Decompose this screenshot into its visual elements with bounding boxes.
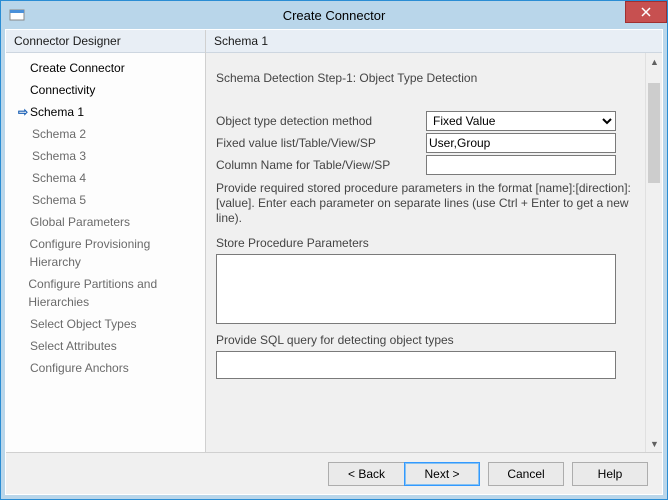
next-button[interactable]: Next > (404, 462, 480, 486)
label-detection-method: Object type detection method (216, 114, 426, 128)
textarea-sp-params[interactable] (216, 254, 616, 324)
nav-label: Schema 4 (32, 169, 86, 187)
nav-label: Create Connector (30, 59, 125, 77)
nav-label: Configure Anchors (30, 359, 129, 377)
label-sql-query: Provide SQL query for detecting object t… (216, 333, 642, 347)
window-title: Create Connector (1, 8, 667, 23)
back-button[interactable]: < Back (328, 462, 404, 486)
sidebar: Connector Designer Create Connector Conn… (6, 30, 206, 452)
label-sp-params: Store Procedure Parameters (216, 236, 642, 250)
input-fixed-list[interactable] (426, 133, 616, 153)
nav-label: Configure Provisioning Hierarchy (30, 235, 199, 271)
nav-connectivity[interactable]: Connectivity (6, 79, 205, 101)
wizard-nav-buttons: < Back Next > (328, 462, 480, 486)
nav-label: Schema 3 (32, 147, 86, 165)
panel-body: Schema Detection Step-1: Object Type Det… (206, 53, 662, 452)
sidebar-list: Create Connector Connectivity ⇨Schema 1 … (6, 53, 205, 383)
nav-schema-3[interactable]: Schema 3 (6, 145, 205, 167)
nav-create-connector[interactable]: Create Connector (6, 57, 205, 79)
nav-label: Select Object Types (30, 315, 137, 333)
main-panel: Schema 1 Schema Detection Step-1: Object… (206, 30, 662, 452)
nav-schema-4[interactable]: Schema 4 (6, 167, 205, 189)
scroll-thumb[interactable] (648, 83, 660, 183)
app-icon (9, 7, 25, 23)
titlebar[interactable]: Create Connector (1, 1, 667, 29)
nav-label: Global Parameters (30, 213, 130, 231)
vertical-scrollbar[interactable]: ▲ ▼ (645, 53, 662, 452)
label-column-name: Column Name for Table/View/SP (216, 158, 426, 172)
nav-select-object-types[interactable]: Select Object Types (6, 313, 205, 335)
close-button[interactable] (625, 1, 667, 23)
window-frame: Create Connector Connector Designer Crea… (0, 0, 668, 500)
hint-text: Provide required stored procedure parame… (216, 181, 642, 226)
panel-header: Schema 1 (206, 30, 662, 53)
nav-select-attributes[interactable]: Select Attributes (6, 335, 205, 357)
textarea-sql-query[interactable] (216, 351, 616, 379)
arrow-icon: ⇨ (16, 103, 30, 121)
nav-label: Schema 5 (32, 191, 86, 209)
nav-label: Select Attributes (30, 337, 117, 355)
nav-schema-1[interactable]: ⇨Schema 1 (6, 101, 205, 123)
cancel-button[interactable]: Cancel (488, 462, 564, 486)
step-title: Schema Detection Step-1: Object Type Det… (216, 57, 642, 93)
nav-global-parameters[interactable]: Global Parameters (6, 211, 205, 233)
select-detection-method[interactable]: Fixed Value (426, 111, 616, 131)
label-fixed-list: Fixed value list/Table/View/SP (216, 136, 426, 150)
footer: < Back Next > Cancel Help (6, 452, 662, 494)
input-column-name[interactable] (426, 155, 616, 175)
nav-label: Configure Partitions and Hierarchies (28, 275, 199, 311)
nav-schema-5[interactable]: Schema 5 (6, 189, 205, 211)
sidebar-header: Connector Designer (6, 30, 205, 53)
nav-label: Connectivity (30, 81, 95, 99)
close-icon (641, 7, 651, 17)
client-area: Connector Designer Create Connector Conn… (5, 29, 663, 495)
scroll-down-icon[interactable]: ▼ (646, 435, 662, 452)
scroll-up-icon[interactable]: ▲ (646, 53, 662, 70)
nav-schema-2[interactable]: Schema 2 (6, 123, 205, 145)
help-button[interactable]: Help (572, 462, 648, 486)
nav-label: Schema 2 (32, 125, 86, 143)
nav-label: Schema 1 (30, 103, 84, 121)
nav-configure-anchors[interactable]: Configure Anchors (6, 357, 205, 379)
nav-configure-partitions[interactable]: Configure Partitions and Hierarchies (6, 273, 205, 313)
nav-configure-provisioning-hierarchy[interactable]: Configure Provisioning Hierarchy (6, 233, 205, 273)
